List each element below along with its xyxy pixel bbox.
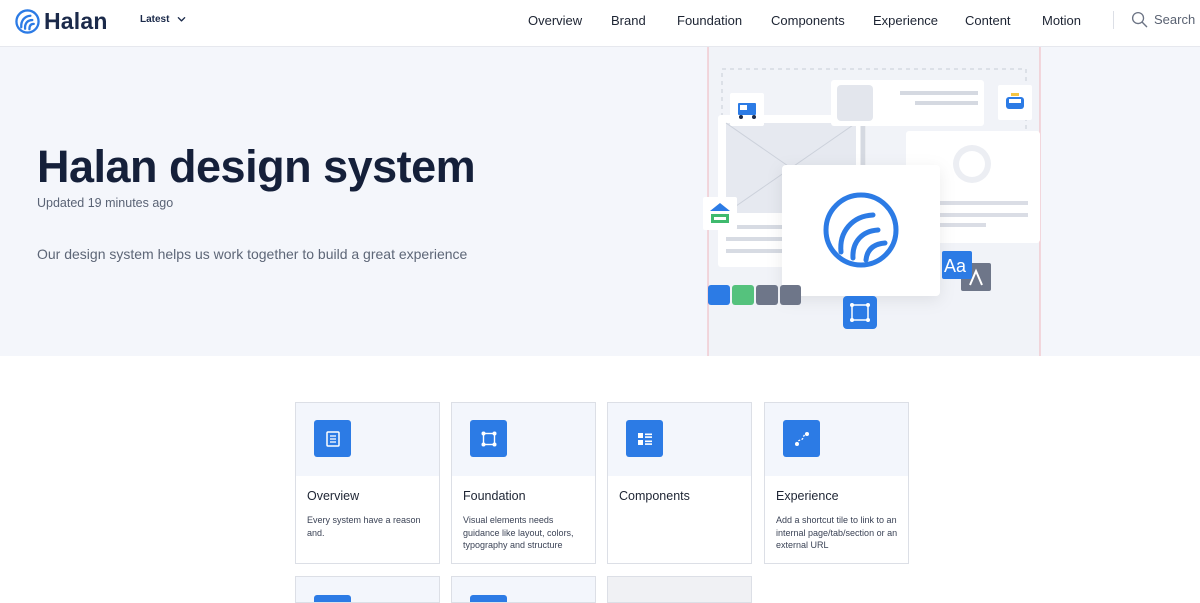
- nav-components[interactable]: Components: [771, 13, 845, 28]
- tile-title: Components: [619, 489, 690, 503]
- search-label: Search: [1154, 12, 1196, 27]
- tile-description: Visual elements needs guidance like layo…: [463, 515, 574, 550]
- nav-divider: [1113, 11, 1114, 29]
- tile-overview[interactable]: Overview Every system have a reason and.: [295, 402, 440, 564]
- tile-header: [608, 403, 751, 476]
- tile-header: [296, 577, 439, 602]
- tile-title: Overview: [307, 489, 360, 503]
- updated-timestamp: Updated 19 minutes ago: [37, 196, 174, 210]
- chevron-down-icon: [178, 17, 186, 22]
- search-button[interactable]: Search: [1131, 11, 1195, 28]
- nav-motion[interactable]: Motion: [1042, 13, 1081, 28]
- top-header: Halan Latest Overview Brand Foundation C…: [0, 0, 1200, 47]
- nav-content[interactable]: Content: [965, 13, 1011, 28]
- document-icon: [314, 420, 351, 457]
- tile-row2-2[interactable]: [451, 576, 596, 603]
- path-icon: [783, 420, 820, 457]
- halan-logo-icon: [15, 8, 40, 34]
- hero-section: Halan design system Updated 19 minutes a…: [0, 47, 1200, 356]
- halan-logo-large-icon: [823, 192, 899, 268]
- tile-icon: [470, 595, 507, 602]
- tile-foundation[interactable]: Foundation Visual elements needs guidanc…: [451, 402, 596, 564]
- hero-illustration: Aa: [703, 47, 1041, 356]
- tile-header: [765, 403, 908, 476]
- nav-foundation[interactable]: Foundation: [677, 13, 742, 28]
- nav-overview[interactable]: Overview: [528, 13, 582, 28]
- tile-title: Experience: [776, 489, 839, 503]
- hero-description: Our design system helps us work together…: [37, 246, 468, 262]
- nav-brand[interactable]: Brand: [611, 13, 646, 28]
- logo-text: Halan: [44, 7, 108, 34]
- version-dropdown[interactable]: Latest: [140, 14, 186, 25]
- frame-icon: [470, 420, 507, 457]
- tile-experience[interactable]: Experience Add a shortcut tile to link t…: [764, 402, 909, 564]
- tile-title: Foundation: [463, 489, 526, 503]
- tile-row2-3[interactable]: [607, 576, 752, 603]
- tile-description: Add a shortcut tile to link to an intern…: [776, 515, 898, 550]
- tile-components[interactable]: Components: [607, 402, 752, 564]
- search-icon: [1131, 11, 1148, 28]
- list-icon: [626, 420, 663, 457]
- version-label: Latest: [140, 14, 170, 25]
- tile-row2-1[interactable]: [295, 576, 440, 603]
- tile-header: [452, 403, 595, 476]
- logo[interactable]: Halan: [15, 6, 108, 36]
- tile-description: Every system have a reason and.: [307, 515, 421, 538]
- nav-experience[interactable]: Experience: [873, 13, 938, 28]
- page-title: Halan design system: [37, 141, 476, 192]
- typography-glyph: Aa: [944, 256, 967, 276]
- tile-header: [452, 577, 595, 602]
- tile-icon: [314, 595, 351, 602]
- tile-header: [296, 403, 439, 476]
